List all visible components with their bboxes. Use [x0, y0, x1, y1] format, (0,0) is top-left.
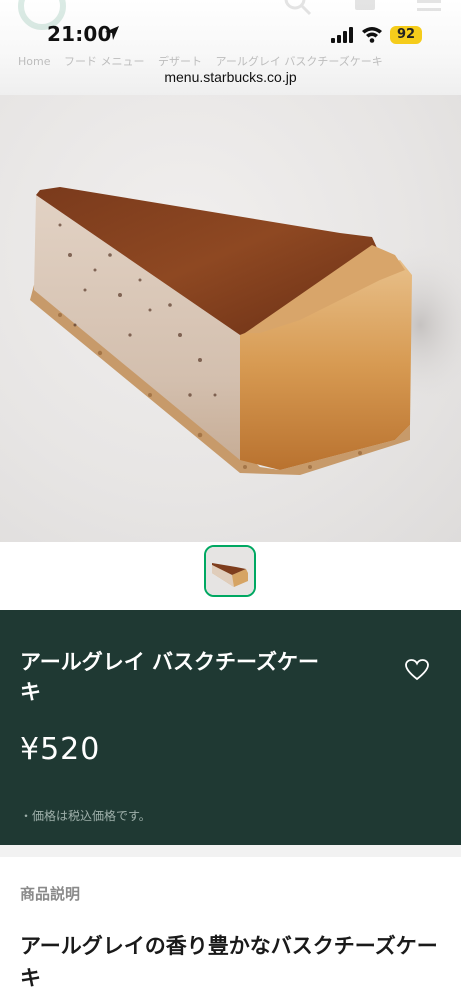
- tax-note: ・価格は税込価格です。: [20, 809, 151, 823]
- cellular-signal-icon: [331, 27, 353, 43]
- breadcrumb-item[interactable]: デザート: [158, 55, 202, 68]
- breadcrumb-item: アールグレイ バスクチーズケーキ: [215, 55, 383, 68]
- product-image: [0, 95, 461, 542]
- breadcrumb-item[interactable]: Home: [18, 55, 50, 68]
- battery-indicator: 92: [390, 26, 422, 44]
- thumbnail-image: [206, 547, 254, 595]
- status-bar: 21:00 92: [0, 0, 461, 56]
- wifi-icon: [362, 27, 382, 43]
- heart-icon[interactable]: [404, 658, 430, 682]
- description-heading: 商品説明: [20, 885, 81, 903]
- top-header: 21:00 92 Home フード メニュー デザート アールグレイ バスクチー…: [0, 0, 461, 95]
- section-divider: [0, 845, 461, 857]
- breadcrumb-item[interactable]: フード メニュー: [64, 55, 145, 68]
- cheesecake-illustration: [30, 187, 461, 475]
- description-title: アールグレイの香り豊かなバスクチーズケーキ: [20, 934, 438, 990]
- location-arrow-icon: [105, 26, 119, 40]
- product-price: ¥520: [20, 732, 101, 767]
- breadcrumb: Home フード メニュー デザート アールグレイ バスクチーズケーキ: [18, 53, 393, 69]
- browser-url[interactable]: menu.starbucks.co.jp: [0, 69, 461, 85]
- product-thumbnail[interactable]: [204, 545, 256, 597]
- status-time: 21:00: [47, 22, 112, 46]
- product-name: アールグレイ バスクチーズケーキ: [20, 650, 319, 704]
